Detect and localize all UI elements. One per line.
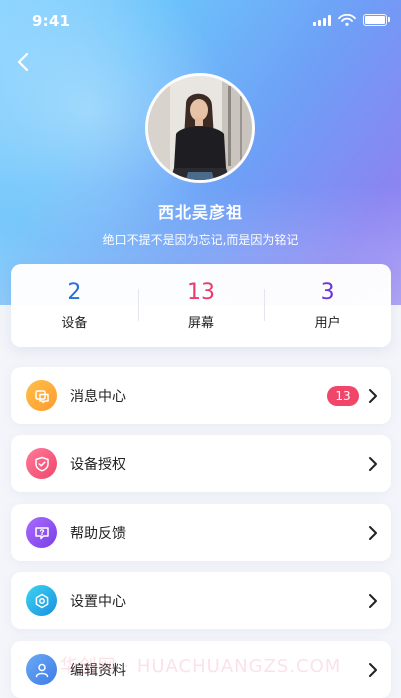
menu-label: 设置中心 [70, 594, 126, 610]
menu-item-help-feedback[interactable]: 帮助反馈 [11, 504, 391, 561]
menu-item-message-center[interactable]: 消息中心 13 [11, 367, 391, 424]
avatar-photo [148, 76, 252, 180]
chevron-right-icon [369, 526, 377, 540]
status-time: 9:41 [32, 12, 71, 30]
wifi-icon [338, 14, 356, 26]
menu-label: 帮助反馈 [70, 526, 126, 542]
status-icons [313, 14, 390, 26]
stats-card: 2 设备 13 屏幕 3 用户 [11, 264, 391, 347]
menu-item-settings-center[interactable]: 设置中心 [11, 572, 391, 629]
stat-screens[interactable]: 13 屏幕 [137, 264, 265, 347]
user-name: 西北吴彦祖 [157, 203, 243, 222]
stat-value: 13 [187, 280, 215, 305]
menu-label: 设备授权 [70, 457, 126, 473]
stat-label: 用户 [314, 316, 341, 331]
user-motto: 绝口不提不是因为忘记,而是因为铭记 [102, 233, 299, 247]
status-bar: 9:41 [0, 0, 401, 40]
signal-icon [313, 14, 331, 26]
help-feedback-icon [26, 517, 57, 548]
message-icon [26, 380, 57, 411]
menu-item-device-authorization[interactable]: 设备授权 [11, 435, 391, 492]
back-arrow-icon[interactable] [12, 50, 36, 74]
chevron-right-icon [369, 594, 377, 608]
menu-label: 消息中心 [70, 389, 126, 405]
stat-devices[interactable]: 2 设备 [11, 264, 138, 347]
battery-icon [363, 14, 390, 26]
chevron-right-icon [369, 457, 377, 471]
shield-icon [26, 448, 57, 479]
chevron-right-icon [369, 389, 377, 403]
avatar[interactable] [145, 73, 255, 183]
watermark: 华创网 · HUACHUANGZS.COM [59, 656, 342, 677]
stat-value: 3 [320, 280, 335, 305]
stat-label: 屏幕 [188, 316, 215, 331]
stat-users[interactable]: 3 用户 [264, 264, 391, 347]
settings-icon [26, 585, 57, 616]
stat-label: 设备 [61, 316, 88, 331]
stat-value: 2 [67, 280, 82, 305]
unread-count-badge: 13 [327, 386, 359, 406]
